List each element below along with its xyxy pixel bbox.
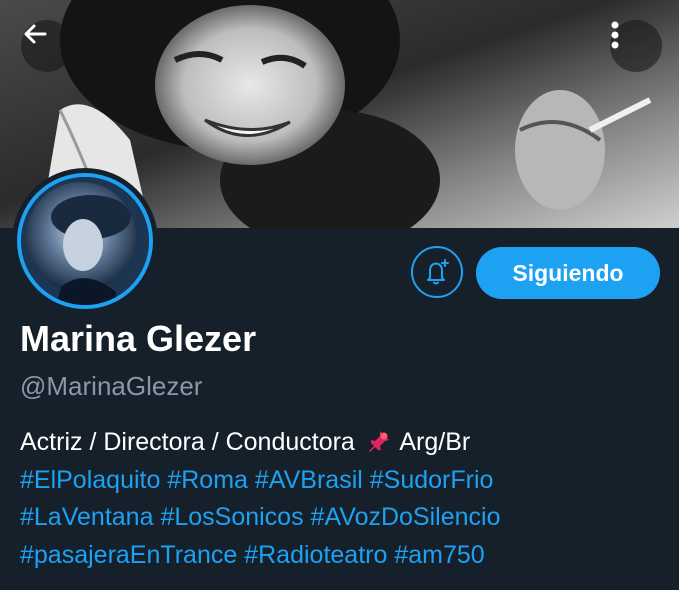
bio-line-2: #ElPolaquito #Roma #AVBrasil #SudorFrio bbox=[20, 462, 670, 500]
profile-bio: Actriz / Directora / Conductora Arg/Br #… bbox=[20, 424, 670, 574]
more-options-button[interactable] bbox=[610, 20, 662, 72]
hashtag-link[interactable]: #am750 bbox=[394, 541, 484, 569]
more-vertical-icon bbox=[611, 21, 619, 49]
pushpin-icon bbox=[366, 428, 392, 466]
username-handle: @MarinaGlezer bbox=[20, 371, 203, 401]
hashtag-link[interactable]: #LosSonicos bbox=[160, 503, 303, 531]
following-button[interactable]: Siguiendo bbox=[476, 247, 660, 299]
back-button[interactable] bbox=[21, 20, 73, 72]
hashtag-link[interactable]: #SudorFrio bbox=[370, 466, 494, 494]
bio-text: Actriz / Directora / Conductora bbox=[20, 428, 355, 456]
hashtag-link[interactable]: #AVBrasil bbox=[255, 466, 363, 494]
hashtag-link[interactable]: #LaVentana bbox=[20, 503, 153, 531]
profile-avatar[interactable] bbox=[12, 168, 158, 314]
bio-location: Arg/Br bbox=[399, 428, 471, 456]
bio-line-3: #LaVentana #LosSonicos #AVozDoSilencio bbox=[20, 499, 670, 537]
hashtag-link[interactable]: #ElPolaquito bbox=[20, 466, 160, 494]
display-name: Marina Glezer bbox=[20, 318, 257, 359]
hashtag-link[interactable]: #pasajeraEnTrance bbox=[20, 541, 237, 569]
hashtag-link[interactable]: #Roma bbox=[167, 466, 248, 494]
hashtag-link[interactable]: #AVozDoSilencio bbox=[311, 503, 501, 531]
avatar-image bbox=[17, 173, 153, 309]
bell-plus-icon bbox=[427, 259, 449, 285]
hashtag-link[interactable]: #Radioteatro bbox=[244, 541, 387, 569]
bio-line-4: #pasajeraEnTrance #Radioteatro #am750 bbox=[20, 537, 670, 575]
arrow-left-icon bbox=[24, 24, 47, 44]
following-button-label: Siguiendo bbox=[512, 259, 624, 286]
notifications-button[interactable] bbox=[411, 246, 463, 298]
bio-line-1: Actriz / Directora / Conductora Arg/Br bbox=[20, 424, 670, 462]
